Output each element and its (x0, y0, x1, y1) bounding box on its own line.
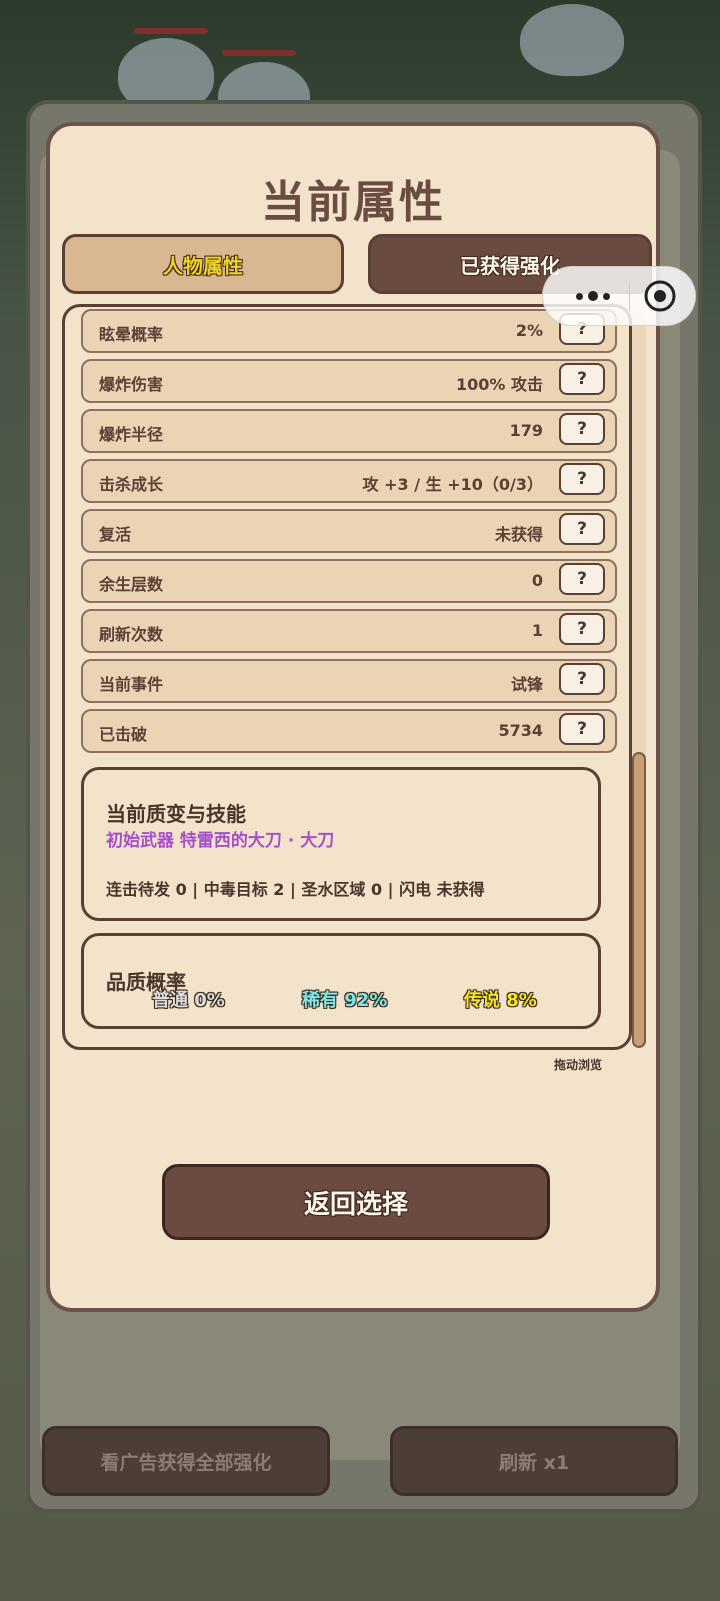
question-icon[interactable]: ? (559, 413, 605, 445)
tab-label: 人物属性 (163, 253, 243, 278)
stat-label: 爆炸伤害 (99, 375, 164, 394)
stat-value: 5734 (498, 721, 543, 740)
stat-row: 刷新次数 1 ? (81, 609, 617, 653)
stat-label: 已击破 (99, 725, 148, 744)
close-target-icon[interactable] (643, 279, 677, 313)
return-select-button[interactable]: 返回选择 (162, 1164, 550, 1240)
stat-row: 复活 未获得 ? (81, 509, 617, 553)
quality-rare: 稀有 92% (302, 990, 388, 1011)
stat-value: 100% 攻击 (455, 375, 543, 394)
more-dots-icon[interactable] (565, 267, 621, 325)
quality-common: 普通 0% (152, 990, 225, 1011)
tab-character-attributes[interactable]: 人物属性 (62, 234, 344, 294)
stat-label: 爆炸半径 (99, 425, 164, 444)
stat-label: 眩晕概率 (99, 325, 164, 344)
stat-row: 击杀成长 攻 +3 / 生 +10（0/3） ? (81, 459, 617, 503)
stat-row: 眩晕概率 2% ? (81, 309, 617, 353)
stat-value: 未获得 (494, 525, 543, 544)
attributes-scroll-area[interactable]: 眩晕概率 2% ? 爆炸伤害 100% 攻击 ? 爆炸半径 179 ? 击杀成长… (62, 304, 632, 1050)
enemy-hp-bar (222, 50, 296, 56)
refresh-button[interactable]: 刷新 x1 (390, 1426, 678, 1496)
stat-label: 击杀成长 (99, 475, 164, 494)
stat-value: 2% (515, 321, 543, 340)
stat-label: 复活 (99, 525, 132, 544)
skills-title: 当前质变与技能 (106, 802, 246, 826)
question-icon[interactable]: ? (559, 513, 605, 545)
enemy-hp-bar (134, 28, 208, 34)
return-button-label: 返回选择 (303, 1189, 408, 1220)
stat-row: 当前事件 试锋 ? (81, 659, 617, 703)
stat-value: 0 (531, 571, 543, 590)
question-icon[interactable]: ? (559, 563, 605, 595)
stat-value: 179 (509, 421, 543, 440)
question-icon[interactable]: ? (559, 663, 605, 695)
question-icon[interactable]: ? (559, 463, 605, 495)
stat-row: 爆炸半径 179 ? (81, 409, 617, 453)
stat-value: 1 (531, 621, 543, 640)
stat-label: 当前事件 (99, 675, 164, 694)
stat-value: 试锋 (510, 675, 543, 694)
stat-value: 攻 +3 / 生 +10（0/3） (362, 475, 543, 494)
initial-weapon: 初始武器 特雷西的大刀 · 大刀 (106, 831, 335, 851)
quality-probability-box: 品质概率 普通 0% 稀有 92% 传说 8% (81, 933, 601, 1029)
watch-ad-all-enhance-button[interactable]: 看广告获得全部强化 (42, 1426, 330, 1496)
scrollbar[interactable] (632, 312, 646, 1048)
skills-box: 当前质变与技能 初始武器 特雷西的大刀 · 大刀 连击待发 0 | 中毒目标 2… (81, 767, 601, 921)
question-icon[interactable]: ? (559, 713, 605, 745)
question-icon[interactable]: ? (559, 363, 605, 395)
stat-label: 刷新次数 (99, 625, 164, 644)
drag-hint: 拖动浏览 (553, 1058, 602, 1072)
stat-row: 爆炸伤害 100% 攻击 ? (81, 359, 617, 403)
stat-row: 余生层数 0 ? (81, 559, 617, 603)
scrollbar-thumb[interactable] (632, 752, 646, 1048)
tab-label: 已获得强化 (460, 253, 560, 278)
stat-row: 已击破 5734 ? (81, 709, 617, 753)
mini-program-capsule (542, 266, 696, 326)
modal-title: 当前属性 (261, 177, 445, 228)
quality-legendary: 传说 8% (464, 990, 537, 1011)
slime-enemy (520, 4, 624, 76)
question-icon[interactable]: ? (559, 613, 605, 645)
capsule-divider (629, 283, 630, 311)
skills-status-line: 连击待发 0 | 中毒目标 2 | 圣水区域 0 | 闪电 未获得 (106, 880, 485, 899)
stat-label: 余生层数 (99, 575, 164, 594)
